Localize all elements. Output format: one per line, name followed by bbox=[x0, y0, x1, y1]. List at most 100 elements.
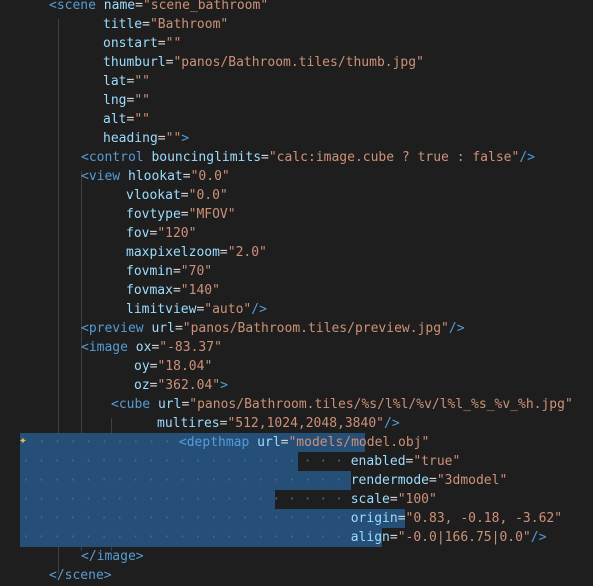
code-line: limitview="auto"/> bbox=[126, 302, 267, 317]
attribute-value: "auto" bbox=[204, 302, 252, 317]
attribute-name: lat bbox=[103, 74, 127, 89]
attribute-value: "70" bbox=[180, 264, 213, 279]
attribute-name: multires bbox=[157, 416, 220, 431]
code-line-selected: · · · · · · · · · · · · · · · · · · · · … bbox=[22, 530, 547, 545]
code-editor[interactable]: ✦ <scene name="scene_bathroom" title="Ba… bbox=[0, 0, 593, 586]
code-line: onstart="" bbox=[103, 36, 182, 51]
code-line-selected: · · · · · · · · · · · · · · · · · · · · … bbox=[22, 492, 437, 507]
attribute-value: "0.0" bbox=[190, 169, 230, 184]
tag-name: image bbox=[96, 549, 136, 564]
code-line: fovmax="140" bbox=[126, 283, 220, 298]
code-line: fovmin="70" bbox=[126, 264, 213, 279]
attribute-value: "140" bbox=[180, 283, 220, 298]
tag-close: > bbox=[181, 131, 190, 146]
attribute-value: "-83.37" bbox=[159, 340, 222, 355]
attribute-value: "scene_bathroom" bbox=[142, 0, 269, 13]
code-line: <view hlookat="0.0" bbox=[81, 169, 230, 184]
tag-close: /> bbox=[384, 416, 400, 431]
attribute-name: align bbox=[350, 530, 390, 545]
attribute-value: "panos/Bathroom.tiles/thumb.jpg" bbox=[173, 55, 424, 70]
attribute-name: limitview bbox=[126, 302, 197, 317]
code-line: <control bouncinglimits="calc:image.cube… bbox=[81, 150, 535, 165]
attribute-value: "" bbox=[165, 131, 182, 146]
attribute-value: "" bbox=[134, 112, 150, 127]
attribute-value: "120" bbox=[157, 226, 197, 241]
code-line: maxpixelzoom="2.0" bbox=[126, 245, 267, 260]
attribute-value: "panos/Bathroom.tiles/preview.jpg" bbox=[182, 321, 449, 336]
attribute-name: thumburl bbox=[103, 55, 166, 70]
code-line: <scene name="scene_bathroom" bbox=[49, 0, 269, 13]
attribute-name: alt bbox=[103, 112, 127, 127]
attribute-value: "362.04" bbox=[157, 378, 221, 393]
tag-name: scene bbox=[64, 568, 104, 583]
attribute-value: "0.83, -0.18, -3.62" bbox=[405, 511, 563, 526]
attribute-name: title bbox=[103, 17, 143, 32]
attribute-value: "2.0" bbox=[227, 245, 267, 260]
attribute-name: origin bbox=[350, 511, 398, 526]
code-line: thumburl="panos/Bathroom.tiles/thumb.jpg… bbox=[103, 55, 424, 70]
attribute-name: scale bbox=[350, 492, 390, 507]
tag-name: control bbox=[88, 150, 144, 165]
attribute-value: "panos/Bathroom.tiles/%s/l%l/%v/l%l_%s_%… bbox=[189, 397, 573, 412]
code-line: heading=""> bbox=[103, 131, 190, 146]
code-line: oz="362.04"> bbox=[134, 378, 228, 393]
attribute-name: fovtype bbox=[126, 207, 181, 222]
attribute-name: onstart bbox=[103, 36, 158, 51]
attribute-name: enabled bbox=[350, 454, 406, 469]
attribute-name: maxpixelzoom bbox=[126, 245, 220, 260]
attribute-name: url bbox=[151, 321, 175, 336]
code-line: lng="" bbox=[103, 93, 150, 108]
tag-close: /> bbox=[251, 302, 267, 317]
attribute-name: oz bbox=[134, 378, 150, 393]
code-line: <image ox="-83.37" bbox=[81, 340, 222, 355]
tag-close: /> bbox=[448, 321, 465, 336]
attribute-name: fovmax bbox=[126, 283, 173, 298]
code-line: </image> bbox=[81, 549, 144, 564]
tag-name: image bbox=[88, 340, 128, 355]
attribute-name: heading bbox=[103, 131, 158, 146]
attribute-name: bouncinglimits bbox=[151, 150, 262, 165]
code-line: multires="512,1024,2048,3840"/> bbox=[157, 416, 400, 431]
code-line-selected: · · · · · · · · · · · · · · · · · · · · … bbox=[22, 454, 461, 469]
code-line: vlookat="0.0" bbox=[126, 188, 228, 203]
attribute-name: rendermode bbox=[350, 473, 430, 488]
attribute-name: hlookat bbox=[127, 169, 183, 184]
tag-close: > bbox=[220, 378, 228, 393]
code-line: <preview url="panos/Bathroom.tiles/previ… bbox=[81, 321, 465, 336]
attribute-value: "Bathroom" bbox=[149, 17, 229, 32]
attribute-value: "calc:image.cube ? true : false" bbox=[268, 150, 520, 165]
attribute-name: name bbox=[103, 0, 136, 13]
attribute-name: fov bbox=[126, 226, 150, 241]
attribute-value: "" bbox=[134, 93, 150, 108]
tag-name: view bbox=[88, 169, 121, 184]
tag-name: scene bbox=[56, 0, 96, 13]
attribute-value: "true" bbox=[413, 454, 461, 469]
code-line: fov="120" bbox=[126, 226, 197, 241]
code-line: title="Bathroom" bbox=[103, 17, 229, 32]
code-line: fovtype="MFOV" bbox=[126, 207, 236, 222]
tag-close: /> bbox=[519, 150, 535, 165]
sparkle-icon[interactable]: ✦ bbox=[19, 433, 35, 449]
attribute-value: "models/model.obj" bbox=[288, 435, 430, 450]
attribute-name: fovmin bbox=[126, 264, 173, 279]
attribute-value: "-0.0|166.75|0.0" bbox=[397, 530, 531, 545]
attribute-value: "100" bbox=[397, 492, 437, 507]
code-line: </scene> bbox=[49, 568, 112, 583]
code-line: lat="" bbox=[103, 74, 150, 89]
code-line-selected: · · · · · · · · · <depthmap url="models/… bbox=[38, 435, 430, 450]
attribute-name: lng bbox=[103, 93, 127, 108]
attribute-value: "18.04" bbox=[157, 359, 213, 374]
attribute-name: oy bbox=[134, 359, 150, 374]
attribute-name: url bbox=[257, 435, 281, 450]
code-line: <cube url="panos/Bathroom.tiles/%s/l%l/%… bbox=[111, 397, 573, 412]
attribute-value: "0.0" bbox=[188, 188, 228, 203]
attribute-value: "MFOV" bbox=[188, 207, 236, 222]
tag-bracket: < bbox=[49, 0, 57, 13]
attribute-value: "" bbox=[134, 74, 150, 89]
code-line-selected: · · · · · · · · · · · · · · · · · · · · … bbox=[22, 511, 563, 526]
attribute-name: ox bbox=[135, 340, 152, 355]
code-line-selected: · · · · · · · · · · · · · · · · · · · · … bbox=[22, 473, 508, 488]
attribute-value: "3dmodel" bbox=[436, 473, 508, 488]
code-line: alt="" bbox=[103, 112, 150, 127]
attribute-value: "" bbox=[165, 36, 182, 51]
